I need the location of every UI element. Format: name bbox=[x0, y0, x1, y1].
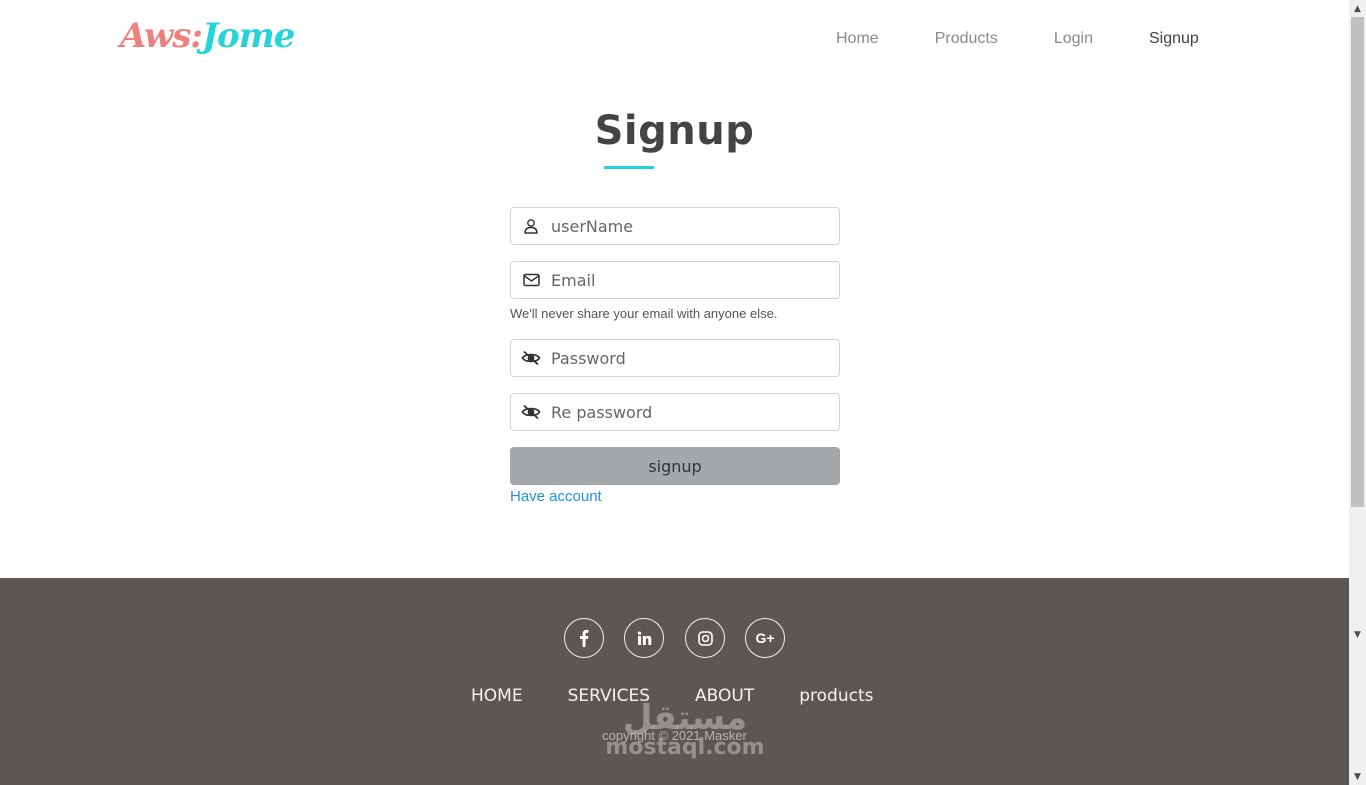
title-underline bbox=[604, 166, 654, 169]
logo[interactable]: Aws:Jome bbox=[120, 16, 295, 56]
nav-link-signup[interactable]: Signup bbox=[1149, 30, 1199, 48]
logo-part2: Jome bbox=[201, 16, 295, 56]
email-field bbox=[510, 261, 840, 299]
user-icon bbox=[511, 218, 551, 234]
footer-link-about[interactable]: ABOUT bbox=[695, 686, 754, 706]
repassword-input[interactable] bbox=[551, 402, 831, 422]
have-account-link[interactable]: Have account bbox=[510, 488, 602, 505]
copyright-text: copyright © 2021 Masker bbox=[602, 728, 747, 743]
email-input[interactable] bbox=[551, 270, 831, 290]
username-input[interactable] bbox=[551, 216, 831, 236]
username-field bbox=[510, 207, 840, 245]
footer-link-home[interactable]: HOME bbox=[471, 686, 523, 706]
scrollbar-thumb[interactable] bbox=[1351, 17, 1364, 507]
nav-link-home[interactable]: Home bbox=[836, 30, 879, 48]
signup-button[interactable]: signup bbox=[510, 447, 840, 485]
eye-slash-icon[interactable] bbox=[511, 404, 551, 420]
footer-link-products[interactable]: products bbox=[799, 686, 873, 706]
vertical-scrollbar[interactable]: ▲ ▼ ▼ bbox=[1349, 0, 1366, 785]
scroll-down-arrow-icon[interactable]: ▼ bbox=[1349, 626, 1366, 643]
nav-links: Home Products Login Signup bbox=[836, 30, 1255, 48]
google-plus-icon[interactable]: G+ bbox=[745, 618, 785, 658]
page-title: Signup bbox=[594, 108, 755, 154]
facebook-icon[interactable] bbox=[564, 618, 604, 658]
navbar: Aws:Jome Home Products Login Signup bbox=[0, 0, 1349, 80]
eye-slash-icon[interactable] bbox=[511, 350, 551, 366]
footer-link-services[interactable]: SERVICES bbox=[568, 686, 650, 706]
email-help-text: We'll never share your email with anyone… bbox=[510, 306, 778, 321]
instagram-icon[interactable] bbox=[685, 618, 725, 658]
footer: G+ HOME SERVICES ABOUT products copyrigh… bbox=[0, 578, 1349, 785]
password-field bbox=[510, 339, 840, 377]
password-input[interactable] bbox=[551, 348, 831, 368]
google-plus-label: G+ bbox=[755, 630, 775, 646]
logo-part1: Aws: bbox=[120, 16, 203, 56]
scroll-up-arrow-icon[interactable]: ▲ bbox=[1349, 0, 1366, 17]
repassword-field bbox=[510, 393, 840, 431]
envelope-icon bbox=[511, 273, 551, 287]
page: Aws:Jome Home Products Login Signup Sign… bbox=[0, 0, 1349, 785]
linkedin-icon[interactable] bbox=[624, 618, 664, 658]
scroll-down-arrow-icon[interactable]: ▼ bbox=[1349, 768, 1366, 785]
footer-links: HOME SERVICES ABOUT products bbox=[471, 686, 919, 706]
nav-link-products[interactable]: Products bbox=[935, 30, 998, 48]
nav-link-login[interactable]: Login bbox=[1054, 30, 1093, 48]
